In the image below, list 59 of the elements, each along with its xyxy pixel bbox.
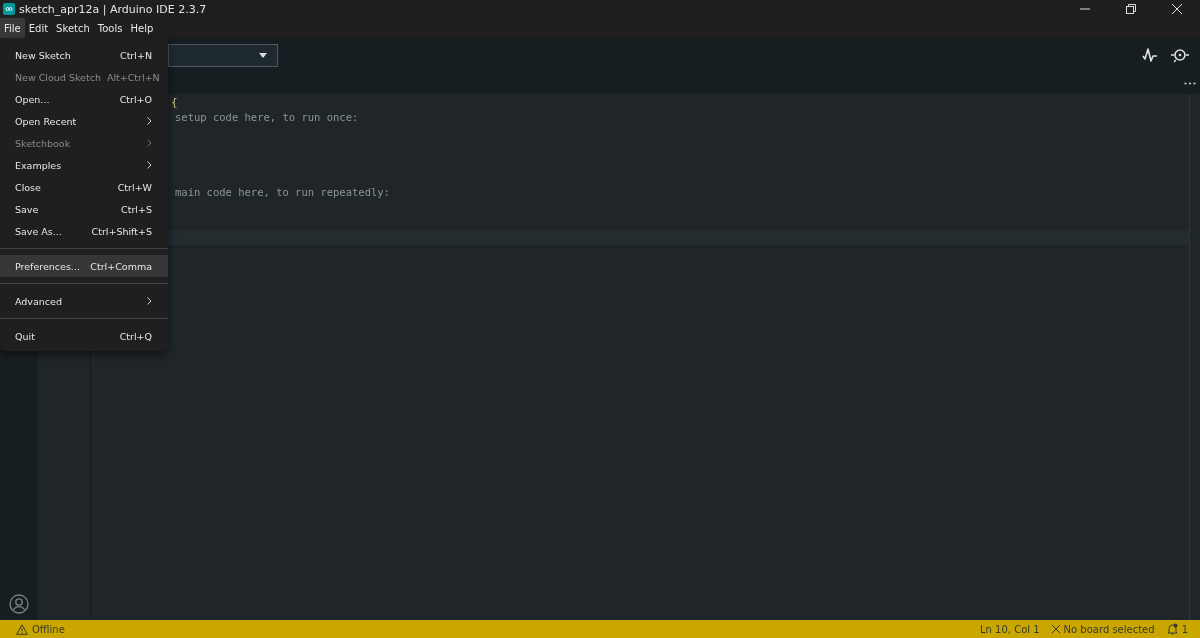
menu-entry[interactable]: Examples	[0, 154, 168, 176]
menu-label: Open...	[15, 93, 51, 105]
code-text: {	[171, 96, 178, 109]
menu-label: Examples	[15, 159, 63, 171]
offline-status[interactable]: Offline	[16, 623, 65, 635]
menu-entry[interactable]: Open... Ctrl+O	[0, 88, 168, 110]
menu-label: Quit	[15, 330, 36, 342]
menu-item[interactable]: Edit	[24, 18, 53, 38]
code-comment: main code here, to run repeatedly:	[175, 186, 390, 198]
menu-label: Preferences...	[15, 260, 81, 272]
serial-monitor-icon[interactable]	[1170, 47, 1190, 63]
status-text: Offline	[32, 623, 65, 635]
chevron-icon	[147, 297, 152, 305]
shortcut-text: Alt+Ctrl+N	[106, 71, 160, 83]
menu-item[interactable]: File	[0, 18, 25, 38]
menu-label: Open Recent	[15, 115, 78, 127]
app-logo-icon	[3, 3, 15, 15]
warning-icon	[16, 623, 28, 635]
menu-entry[interactable]: Close Ctrl+W	[0, 176, 168, 198]
shortcut-text: Ctrl+W	[117, 181, 152, 193]
menu-item[interactable]: Help	[126, 18, 158, 38]
menu-entry[interactable]: Save As... Ctrl+Shift+S	[0, 220, 168, 242]
chevron-icon	[147, 161, 152, 169]
shortcut-text: Ctrl+N	[120, 49, 152, 61]
chevron-icon	[147, 139, 152, 147]
shortcut-text: Ctrl+O	[119, 93, 152, 105]
menu-label: Close	[15, 181, 42, 193]
status-text: 1	[1181, 623, 1188, 635]
chevron-icon	[147, 117, 152, 125]
menu-entry[interactable]: New Sketch Ctrl+N	[0, 44, 168, 66]
notifications-status[interactable]: 1	[1166, 623, 1188, 635]
account-icon[interactable]	[9, 594, 29, 614]
more-icon[interactable]	[1184, 81, 1196, 85]
menu-item[interactable]: Tools	[93, 18, 127, 38]
caret-icon	[259, 52, 267, 58]
serial-plotter-icon[interactable]	[1140, 47, 1160, 63]
window-title: sketch_apr12a | Arduino IDE 2.3.7	[19, 2, 207, 16]
menu-label: Save	[15, 203, 40, 215]
menu-label: Advanced	[15, 295, 63, 307]
shortcut-text: Ctrl+Comma	[90, 260, 152, 272]
menu-label: New Cloud Sketch	[15, 71, 101, 83]
menu-entry[interactable]: Quit Ctrl+Q	[0, 325, 168, 347]
shortcut-text: Ctrl+Q	[119, 330, 152, 342]
shortcut-text: Ctrl+S	[121, 203, 152, 215]
restore-icon	[1126, 4, 1136, 14]
close-icon	[1172, 4, 1182, 14]
close-icon	[1051, 625, 1060, 633]
menu-entry[interactable]: Preferences... Ctrl+Comma	[0, 255, 168, 277]
menu-label: New Sketch	[15, 49, 72, 61]
shortcut-text: Ctrl+Shift+S	[91, 225, 152, 237]
menu-entry[interactable]: Open Recent	[0, 110, 168, 132]
menu-item[interactable]: Sketch	[52, 18, 94, 38]
code-comment: setup code here, to run once:	[175, 111, 359, 123]
cursor-position[interactable]: Ln 10, Col 1	[980, 623, 1040, 635]
menu-label: Sketchbook	[15, 137, 72, 149]
menu-entry[interactable]: Save Ctrl+S	[0, 198, 168, 220]
menu-entry[interactable]: Advanced	[0, 290, 168, 312]
menu-label: Save As...	[15, 225, 63, 237]
bell-icon	[1166, 623, 1178, 635]
